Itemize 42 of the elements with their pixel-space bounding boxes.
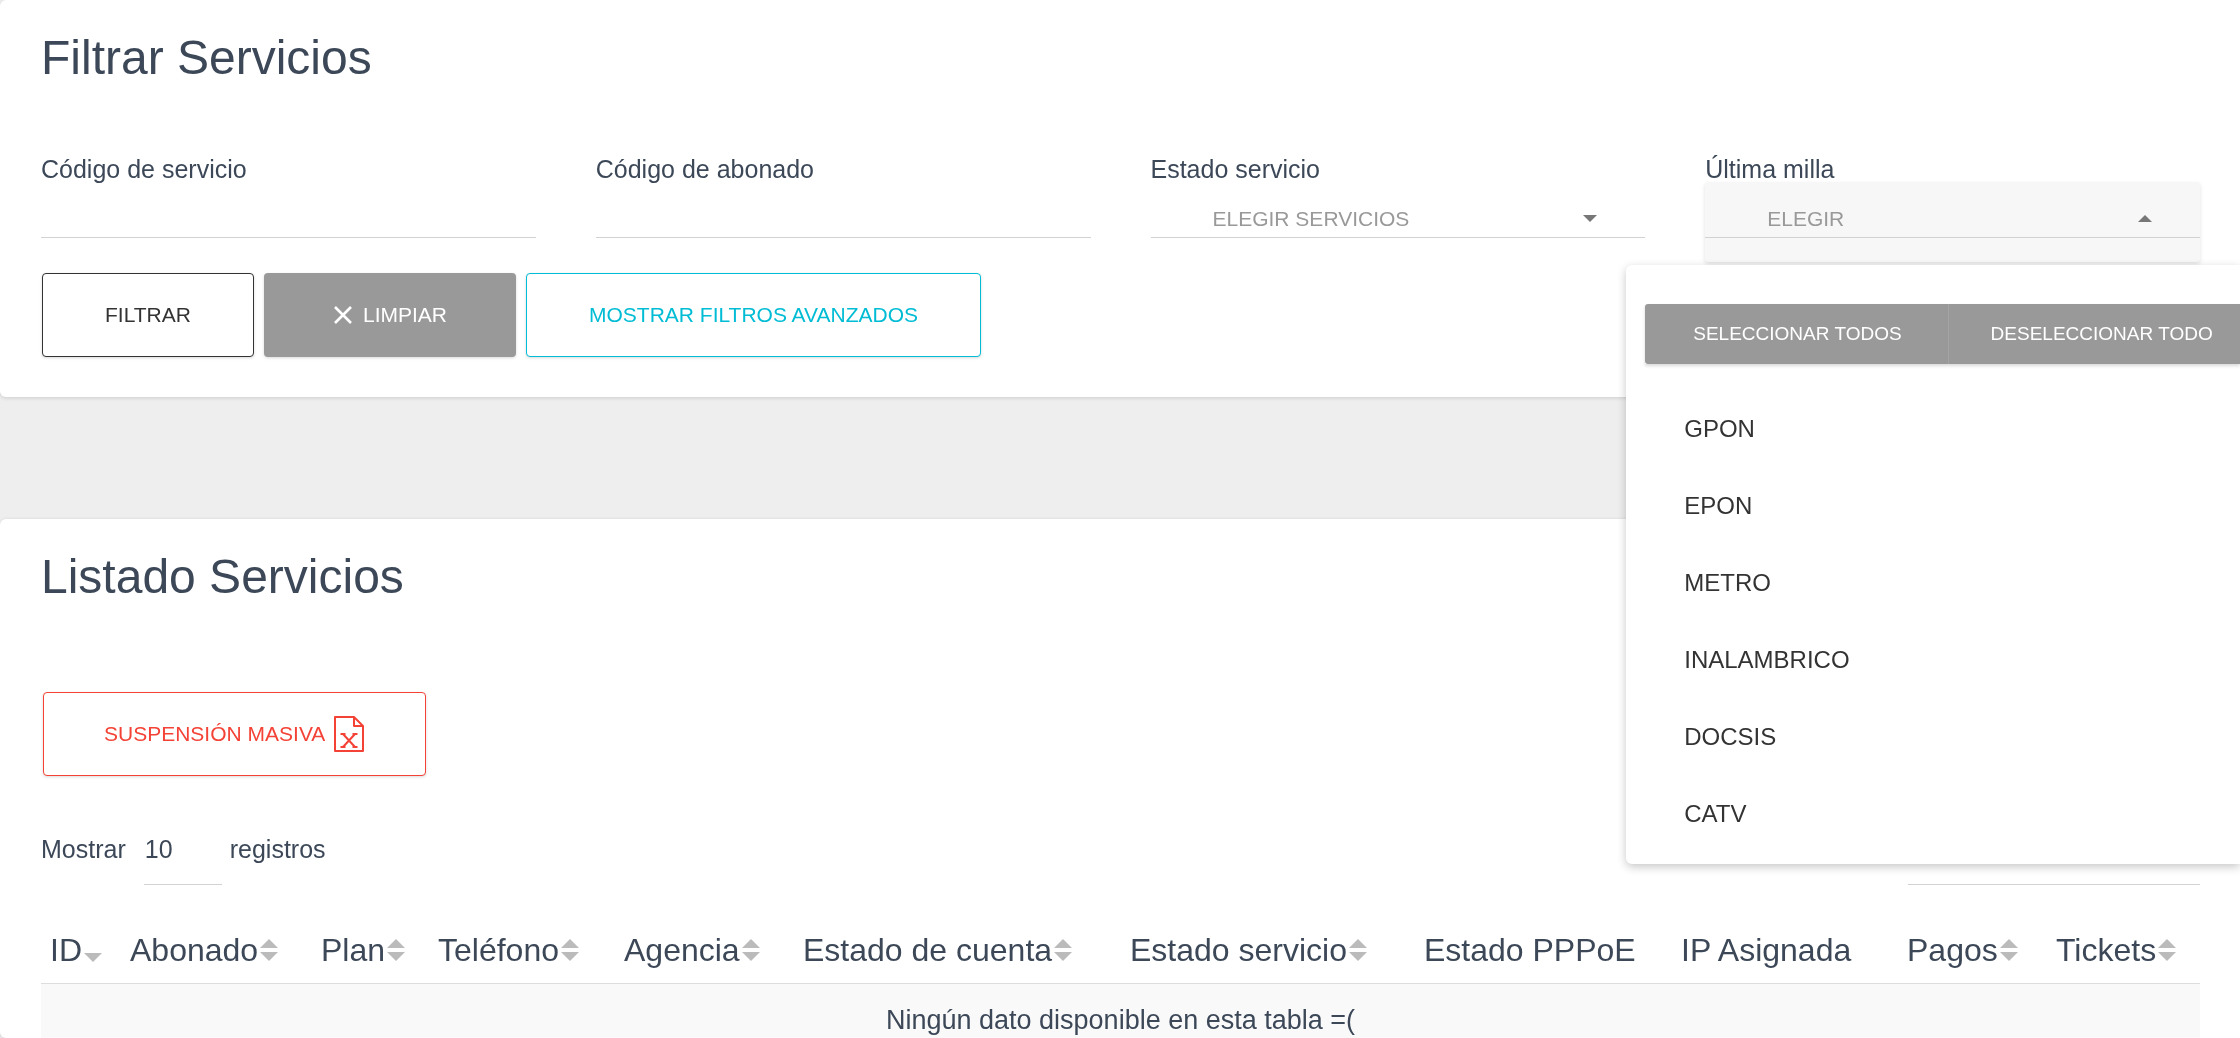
field-label: Estado servicio [1150,156,1321,182]
close-icon [332,305,353,325]
dropdown-option[interactable]: DOCSIS [1626,698,2240,775]
length-label: Mostrar [41,834,126,865]
sort-icon [83,953,103,963]
mass-suspension-button[interactable]: SUSPENSIÓN MASIVA [43,692,427,776]
column-header[interactable]: Pagos [1898,920,2047,983]
column-header: IP Asignada [1680,931,1853,970]
column-header[interactable]: Estado de cuenta [794,920,1121,983]
sort-icon [560,937,580,963]
card-title: Listado Servicios [41,549,404,605]
column-header[interactable]: Plan [312,920,429,983]
field-label: Código de abonado [595,156,814,182]
column-header[interactable]: Abonado [121,920,312,983]
sort-icon [259,937,280,963]
dropdown-option[interactable]: EPON [1626,467,2240,544]
column-header[interactable]: Estado servicio [1121,920,1415,983]
table-cell: Ningún dato disponible en esta tabla =( [41,984,2200,1038]
sort-icon [1998,937,2019,963]
sort-icon [1053,937,1074,963]
column-header[interactable]: ID [41,920,121,983]
sort-icon [386,937,407,963]
column-header[interactable]: Tickets [2047,920,2200,983]
card-title: Filtrar Servicios [41,30,372,86]
file-icon [333,716,366,752]
length-label: registros [229,834,326,865]
caret-icon [1583,215,1598,222]
field-label: Última milla [1705,156,1835,182]
sort-icon [1348,937,1368,963]
field-label: Código de servicio [41,156,247,182]
dropdown-option[interactable]: CATV [1626,775,2240,852]
column-header[interactable]: Teléfono [429,920,615,983]
page-length-select[interactable]: 10 [143,830,222,885]
column-header: Estado PPPoE [1423,931,1637,970]
sort-icon [740,937,761,963]
filter-button[interactable]: FILTRAR [42,273,254,357]
column-header[interactable]: Agencia [615,920,794,983]
dropdown-option[interactable]: INALAMBRICO [1626,621,2240,698]
dropdown-option[interactable]: METRO [1626,544,2240,621]
caret-icon [2138,215,2152,222]
sort-icon [2157,937,2178,963]
dropdown-option[interactable]: GPON [1626,390,2240,467]
